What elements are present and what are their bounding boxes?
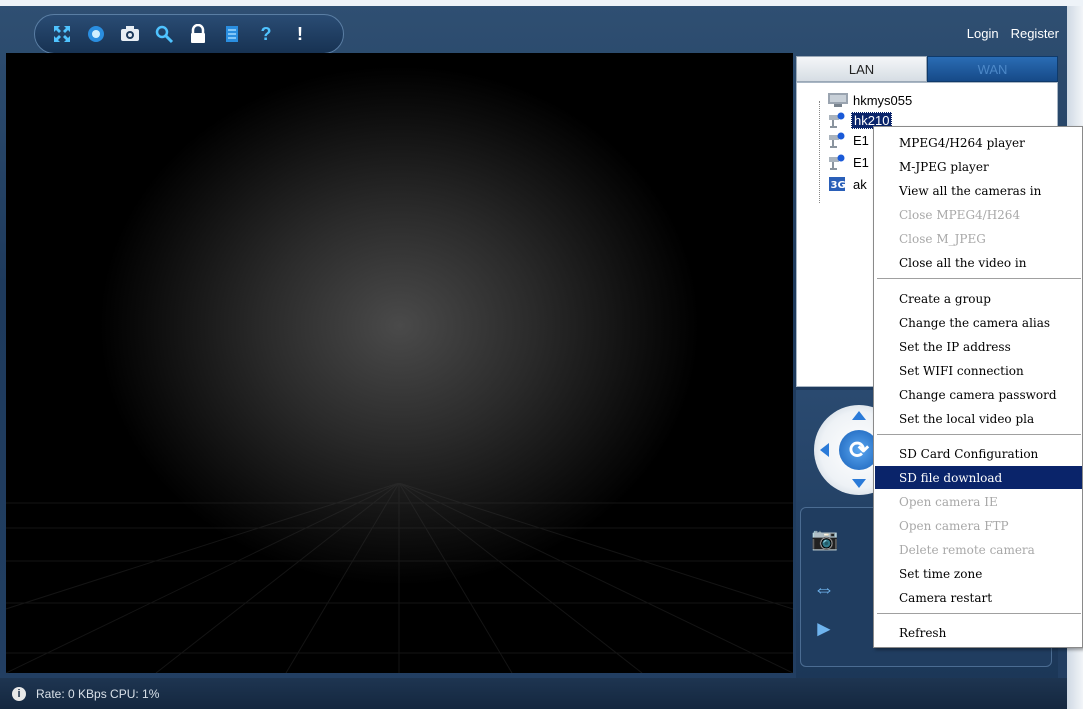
menu-item-camera-restart[interactable]: Camera restart xyxy=(875,586,1082,609)
menu-separator xyxy=(877,613,1081,615)
info-button[interactable]: ! xyxy=(283,17,317,51)
help-button[interactable]: ? xyxy=(249,17,283,51)
lock-button[interactable] xyxy=(181,17,215,51)
camera-icon xyxy=(829,112,845,128)
horizontal-flip-icon[interactable]: ⇔ xyxy=(813,576,835,602)
search-icon xyxy=(155,25,174,44)
status-bar: i Rate: 0 KBps CPU: 1% xyxy=(0,678,1067,709)
menu-item-mjpeg-player[interactable]: M-JPEG player xyxy=(875,155,1082,178)
tree-connector xyxy=(819,101,820,203)
menu-item-set-ip[interactable]: Set the IP address xyxy=(875,335,1082,358)
menu-item-change-password[interactable]: Change camera password xyxy=(875,383,1082,406)
floor-grid xyxy=(6,483,793,673)
3g-icon: 3G xyxy=(829,177,846,191)
menu-item-open-camera-ftp[interactable]: Open camera FTP xyxy=(875,514,1082,537)
tree-item-pc[interactable]: hkmys055 xyxy=(827,91,914,109)
status-text: Rate: 0 KBps CPU: 1% xyxy=(36,686,160,701)
menu-item-local-video[interactable]: Set the local video pla xyxy=(875,407,1082,430)
toolbar: ? ! xyxy=(34,14,344,54)
play-icon[interactable]: ► xyxy=(813,616,835,642)
snapshot-button[interactable] xyxy=(113,17,147,51)
snapshot-icon[interactable]: 📷 xyxy=(811,526,838,552)
menu-item-create-group[interactable]: Create a group xyxy=(875,287,1082,310)
login-link[interactable]: Login xyxy=(967,26,999,41)
menu-separator xyxy=(877,278,1081,280)
lock-icon xyxy=(191,24,205,43)
camera-icon xyxy=(121,26,139,41)
tree-item-label: E1 xyxy=(853,132,869,148)
record-button[interactable] xyxy=(79,17,113,51)
camera-icon xyxy=(829,132,845,148)
menu-item-mpeg4-player[interactable]: MPEG4/H264 player xyxy=(875,131,1082,154)
help-icon: ? xyxy=(260,23,272,44)
menu-item-view-all-cameras[interactable]: View all the cameras in xyxy=(875,179,1082,202)
menu-item-set-wifi[interactable]: Set WIFI connection xyxy=(875,359,1082,382)
menu-item-close-all-video[interactable]: Close all the video in xyxy=(875,251,1082,274)
tree-item-camera[interactable]: E1 xyxy=(827,153,871,171)
search-button[interactable] xyxy=(147,17,181,51)
video-view[interactable] xyxy=(6,53,793,673)
menu-item-sd-file-download[interactable]: SD file download xyxy=(875,466,1082,489)
menu-item-set-time-zone[interactable]: Set time zone xyxy=(875,562,1082,585)
svg-text:3G: 3G xyxy=(831,180,846,191)
ptz-up-arrow[interactable] xyxy=(852,411,866,420)
menu-separator xyxy=(877,434,1081,436)
tree-item-label: E1 xyxy=(853,154,869,170)
menu-item-change-alias[interactable]: Change the camera alias xyxy=(875,311,1082,334)
menu-item-close-mjpeg[interactable]: Close M_JPEG xyxy=(875,227,1082,250)
menu-item-sd-card-config[interactable]: SD Card Configuration xyxy=(875,442,1082,465)
menu-item-open-camera-ie[interactable]: Open camera IE xyxy=(875,490,1082,513)
tree-item-label: ak xyxy=(853,176,867,192)
camera-icon xyxy=(829,154,845,170)
tree-item-label: hkmys055 xyxy=(853,92,913,108)
tab-lan[interactable]: LAN xyxy=(796,56,927,82)
menu-item-close-mpeg4[interactable]: Close MPEG4/H264 xyxy=(875,203,1082,226)
record-icon xyxy=(88,26,104,42)
tree-item-camera[interactable]: E1 xyxy=(827,131,871,149)
ptz-down-arrow[interactable] xyxy=(852,479,866,488)
menu-item-delete-camera[interactable]: Delete remote camera xyxy=(875,538,1082,561)
document-button[interactable] xyxy=(215,17,249,51)
network-tabs: LAN WAN xyxy=(796,56,1058,82)
ptz-left-arrow[interactable] xyxy=(820,443,829,457)
menu-item-refresh[interactable]: Refresh xyxy=(875,621,1082,644)
register-link[interactable]: Register xyxy=(1011,26,1059,41)
pc-icon xyxy=(828,93,848,107)
fullscreen-icon xyxy=(54,26,70,42)
document-icon xyxy=(226,26,238,42)
info-icon: i xyxy=(12,686,26,701)
fullscreen-button[interactable] xyxy=(45,17,79,51)
auth-links: Login Register xyxy=(967,26,1059,41)
context-menu: MPEG4/H264 player M-JPEG player View all… xyxy=(873,126,1083,648)
info-icon: ! xyxy=(297,23,303,44)
tree-item-3g-device[interactable]: 3G ak xyxy=(827,175,869,193)
tab-wan[interactable]: WAN xyxy=(927,56,1058,82)
